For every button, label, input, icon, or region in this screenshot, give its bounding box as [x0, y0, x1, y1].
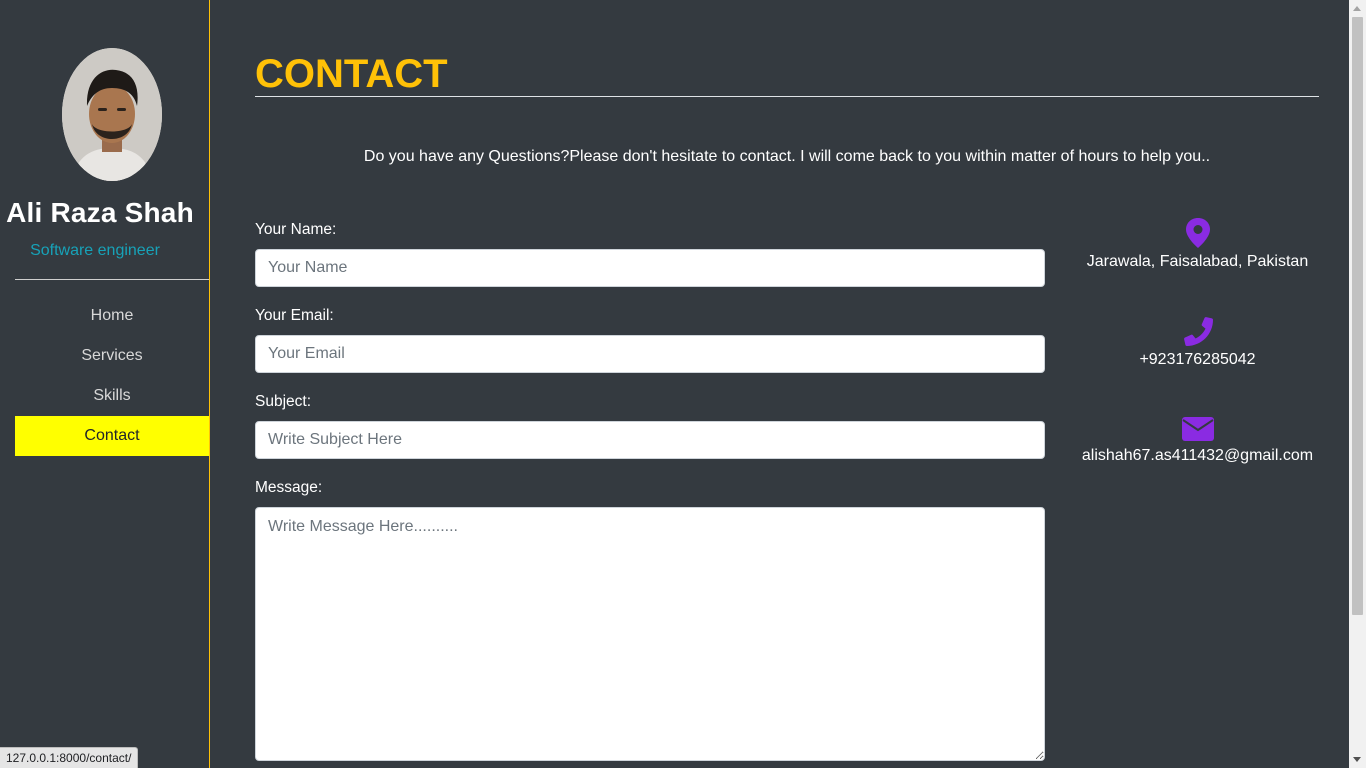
email-label: Your Email: [255, 307, 334, 324]
profile-avatar [62, 48, 162, 181]
title-divider [255, 96, 1319, 97]
email-input[interactable] [255, 335, 1045, 373]
name-label: Your Name: [255, 221, 337, 238]
page-scrollbar[interactable] [1349, 0, 1366, 768]
subject-input[interactable] [255, 421, 1045, 459]
email-text: alishah67.as411432@gmail.com [1081, 447, 1314, 464]
email-block: alishah67.as411432@gmail.com [1075, 415, 1320, 465]
scrollbar-thumb[interactable] [1352, 17, 1363, 615]
envelope-icon [1181, 417, 1214, 441]
address-text: Jarawala, Faisalabad, Pakistan [1086, 253, 1309, 270]
nav-item-services[interactable]: Services [15, 336, 209, 376]
sidebar-nav: Home Services Skills Contact [15, 296, 209, 456]
phone-icon [1183, 317, 1213, 346]
sidebar-divider [15, 279, 209, 280]
address-block: Jarawala, Faisalabad, Pakistan [1075, 217, 1320, 271]
message-label: Message: [255, 479, 323, 496]
phone-block: +923176285042 [1075, 315, 1320, 369]
main-content: CONTACT Do you have any Questions?Please… [255, 0, 1319, 768]
intro-text: Do you have any Questions?Please don't h… [363, 148, 1211, 165]
scroll-up-arrow-icon[interactable] [1353, 6, 1361, 11]
nav-item-skills[interactable]: Skills [15, 376, 209, 416]
nav-item-home[interactable]: Home [15, 296, 209, 336]
page-title: CONTACT [255, 52, 448, 96]
subject-label: Subject: [255, 393, 312, 410]
profile-photo [62, 48, 162, 181]
phone-text: +923176285042 [1139, 351, 1256, 368]
browser-status-url: 127.0.0.1:8000/contact/ [0, 747, 139, 768]
nav-item-contact[interactable]: Contact [15, 416, 209, 456]
map-marker-icon [1185, 218, 1210, 248]
profile-role: Software engineer [30, 242, 160, 259]
sidebar: Ali Raza Shah Software engineer Home Ser… [0, 0, 210, 768]
profile-name: Ali Raza Shah [6, 197, 194, 228]
scroll-down-arrow-icon[interactable] [1353, 757, 1361, 762]
name-input[interactable] [255, 249, 1045, 287]
message-textarea[interactable] [255, 507, 1045, 761]
